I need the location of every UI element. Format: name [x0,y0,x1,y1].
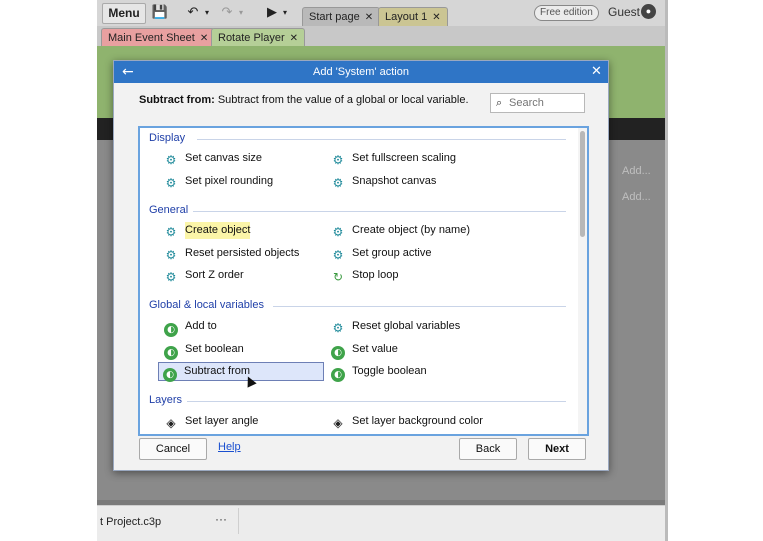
list-item[interactable]: ◐ Toggle boolean [331,363,427,382]
redo-dropdown-icon[interactable]: ▾ [237,3,245,22]
gear-icon: ⚙ [332,248,344,262]
gear-icon: ⚙ [165,248,177,262]
divider [197,139,566,140]
list-item[interactable]: ⚙ Set canvas size [164,150,262,167]
category-layers: Layers [149,394,183,406]
save-icon[interactable]: 💾 [151,3,169,22]
list-item[interactable]: ⚙ Snapshot canvas [331,173,437,190]
divider [193,211,566,212]
list-item[interactable]: ⚙ Reset global variables [331,318,461,335]
search-icon: ⌕ [496,96,503,109]
list-item[interactable]: ⚙ Create object [164,222,251,239]
back-arrow-icon[interactable]: ← [122,61,134,83]
tab-label: Layout 1 [385,11,428,23]
divider [187,401,566,402]
undo-dropdown-icon[interactable]: ▾ [203,3,211,22]
gear-icon: ⚙ [332,321,344,335]
tab-main-event-sheet[interactable]: Main Event Sheet ✕ [101,28,216,47]
window-border [665,0,668,541]
add-action-dialog: Add 'System' action ← ✕ Subtract from: S… [113,60,609,471]
layers-icon: ◈ [166,416,176,430]
list-item[interactable]: ⚙ Set fullscreen scaling [331,150,456,167]
gear-icon: ⚙ [332,153,344,167]
tab-label: Rotate Player [218,32,285,44]
gear-icon: ⚙ [165,225,177,239]
divider [238,508,239,534]
help-link[interactable]: Help [218,441,241,453]
cancel-button[interactable]: Cancel [139,438,207,460]
redo-icon[interactable]: ↷ [219,3,235,22]
category-global-local-variables: Global & local variables [149,299,264,311]
description-text: Subtract from the value of a global or l… [214,94,469,106]
gear-icon: ⚙ [165,153,177,167]
globe-icon: ◐ [331,368,345,382]
add-action-link[interactable]: Add... [622,191,651,203]
bottom-bar [97,505,665,541]
undo-icon[interactable]: ↶ [185,3,201,22]
list-item[interactable]: ⚙ Set pixel rounding [164,173,273,190]
search-box[interactable]: ⌕ [490,93,585,113]
gear-icon: ⚙ [332,176,344,190]
globe-icon: ◐ [164,323,178,337]
user-avatar-icon[interactable]: ● [641,4,656,19]
divider [273,306,566,307]
editor-tab-bar: Main Event Sheet ✕ Rotate Player ✕ [97,26,665,47]
free-edition-badge[interactable]: Free edition [534,5,599,21]
loop-icon: ↻ [332,270,344,284]
more-options-icon[interactable]: ··· [215,512,227,526]
gear-icon: ⚙ [165,270,177,284]
layers-icon: ◈ [333,416,343,430]
menu-button[interactable]: Menu [102,3,146,24]
tab-rotate-player[interactable]: Rotate Player ✕ [211,28,306,47]
category-general: General [149,204,189,216]
list-item[interactable]: ◈ Set layer background color [331,413,482,430]
dialog-title-bar: Add 'System' action ← ✕ [114,61,608,83]
list-item[interactable]: ⚙ Sort Z order [164,267,244,284]
gear-icon: ⚙ [165,176,177,190]
main-toolbar: Menu 💾 ↶ ▾ ↷ ▾ ▶ ▾ Start page ✕ Layout 1 ✕… [97,0,665,27]
play-dropdown-icon[interactable]: ▾ [281,3,289,22]
list-item[interactable]: ◐ Add to [164,318,217,337]
add-action-link[interactable]: Add... [622,165,651,177]
close-icon[interactable]: ✕ [200,33,208,44]
globe-icon: ◐ [163,368,177,382]
next-button[interactable]: Next [528,438,586,460]
tab-layout-1[interactable]: Layout 1 ✕ [378,7,448,26]
tab-label: Start page [309,11,360,23]
project-name[interactable]: t Project.c3p [100,516,161,528]
tab-start-page[interactable]: Start page ✕ [302,7,381,26]
list-item-selected[interactable]: ◐ Subtract from [158,362,324,382]
action-list[interactable]: Display ⚙ Set canvas size ⚙ Set fullscreen… [138,126,589,436]
description-name: Subtract from: [139,94,215,106]
scrollbar-thumb[interactable] [580,131,585,237]
dialog-title: Add 'System' action [313,66,409,78]
list-item[interactable]: ⚙ Create object (by name) [331,222,470,239]
close-icon[interactable]: ✕ [290,33,298,44]
list-item[interactable]: ↻ Stop loop [331,267,399,284]
close-icon[interactable]: ✕ [365,12,373,23]
list-scrollbar[interactable] [578,128,587,434]
list-item[interactable]: ◐ Set value [331,341,398,360]
tab-label: Main Event Sheet [108,32,195,44]
back-button[interactable]: Back [459,438,517,460]
search-input[interactable] [509,95,579,110]
list-item[interactable]: ⚙ Set group active [331,245,432,262]
list-item[interactable]: ◐ Set boolean [164,341,244,360]
close-icon[interactable]: ✕ [591,61,602,83]
list-item[interactable]: ◈ Set layer angle [164,413,258,430]
globe-icon: ◐ [331,346,345,360]
globe-icon: ◐ [164,346,178,360]
action-description: Subtract from: Subtract from the value o… [139,94,469,106]
list-item[interactable]: ⚙ Reset persisted objects [164,245,300,262]
play-icon[interactable]: ▶ [265,3,279,22]
category-display: Display [149,132,186,144]
gear-icon: ⚙ [332,225,344,239]
user-label[interactable]: Guest [608,5,640,19]
close-icon[interactable]: ✕ [432,12,440,23]
